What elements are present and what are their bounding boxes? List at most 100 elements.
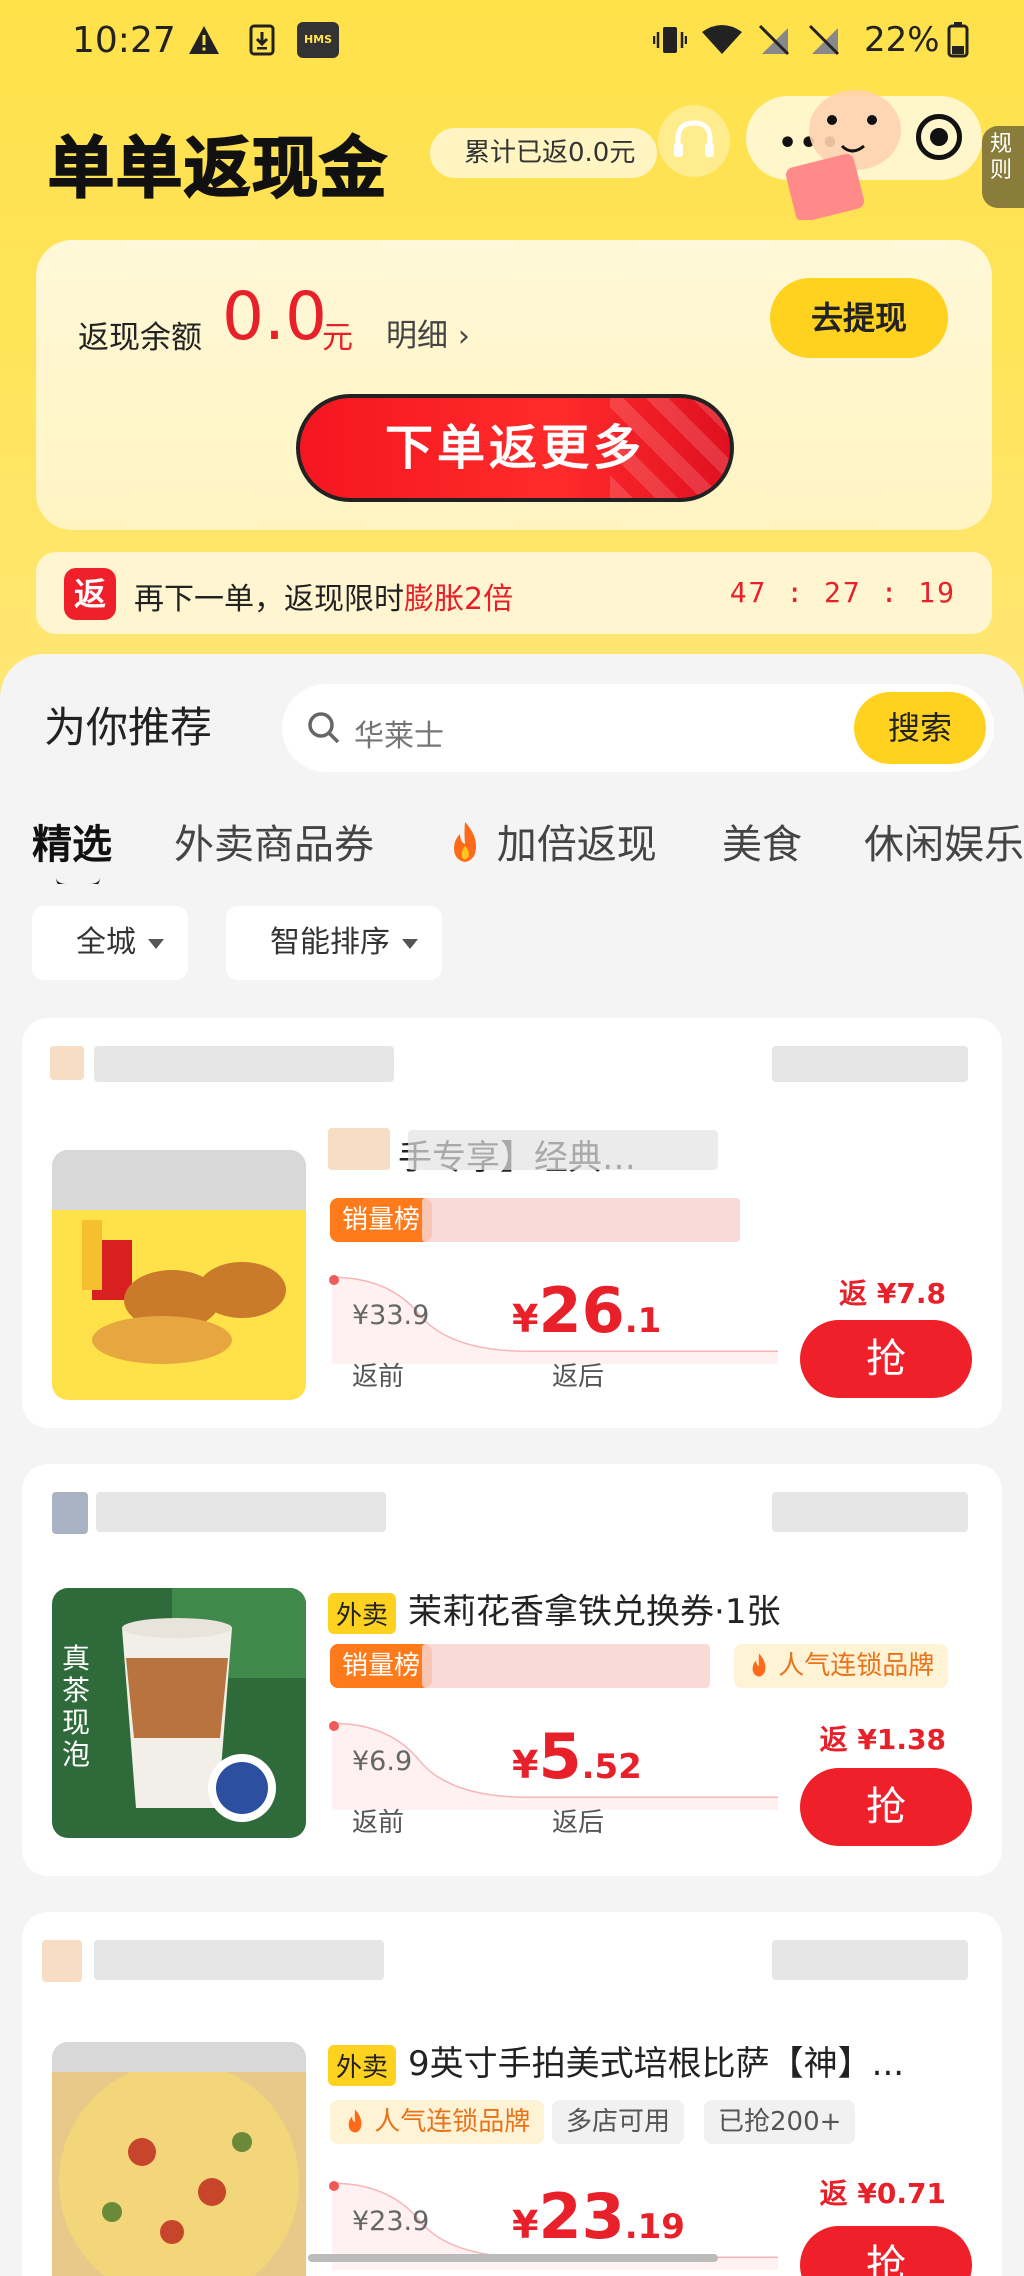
- price-after: ¥5.52: [512, 1720, 642, 1793]
- hero-background: 10:27 HMS 22% 单单返现金 累计已返0.0元 ••• 规则 返现余额…: [0, 0, 1024, 700]
- price-after: ¥23.19: [512, 2180, 685, 2253]
- shop-logo: [50, 1046, 84, 1080]
- shop-name-redacted: [94, 1940, 384, 1980]
- caret-down-icon: [402, 938, 418, 949]
- popular-brand-tag: 人气连锁品牌: [330, 2100, 545, 2144]
- filter-city[interactable]: 全城: [32, 906, 188, 980]
- label-before: 返前: [352, 1362, 405, 1392]
- shop-distance-redacted: [772, 1046, 968, 1082]
- fire-icon: [748, 1651, 778, 1681]
- balance-detail-label: 明细: [386, 318, 448, 354]
- price-after: ¥26.1: [512, 1274, 662, 1347]
- tab-leisure[interactable]: 休闲娱乐: [864, 812, 1024, 870]
- product-title: 外卖 9英寸手拍美式培根比萨【神】...: [328, 2036, 968, 2086]
- shop-name-redacted: [96, 1492, 386, 1532]
- shop-logo: [52, 1492, 88, 1534]
- no-sim-icon: [756, 22, 792, 58]
- rank-detail-redacted: [422, 1644, 710, 1688]
- tab-double-rebate-label: 加倍返现: [496, 822, 657, 868]
- shop-distance-redacted: [772, 1492, 968, 1532]
- rules-tab[interactable]: 规则: [982, 126, 1024, 208]
- product-title: 外卖 茉莉花香拿铁兑换券·1张: [328, 1584, 968, 1634]
- hms-icon: HMS: [296, 22, 340, 58]
- wifi-icon: [700, 22, 744, 58]
- battery-icon: [940, 22, 976, 58]
- tab-takeout-vouchers[interactable]: 外卖商品券: [174, 812, 374, 870]
- grab-button[interactable]: 抢: [800, 2226, 972, 2276]
- search-button[interactable]: 搜索: [854, 692, 986, 764]
- label-after: 返后: [552, 1362, 605, 1392]
- tab-food[interactable]: 美食: [722, 812, 802, 870]
- fire-icon: [446, 822, 497, 868]
- price-before: ¥33.9: [352, 1300, 430, 1331]
- category-tabs: 精选 外卖商品券 加倍返现 美食 休闲娱乐: [0, 804, 1024, 884]
- rebate-amount: 返 ¥1.38: [819, 1723, 946, 1756]
- home-indicator[interactable]: [308, 2254, 718, 2262]
- filter-sort[interactable]: 智能排序: [226, 906, 442, 980]
- grabbed-count-tag: 已抢200+: [704, 2100, 856, 2144]
- tab-featured[interactable]: 精选: [32, 812, 112, 870]
- active-tab-indicator: [56, 878, 100, 884]
- promo-banner[interactable]: 返 再下一单，返现限时膨胀2倍 47 : 27 : 19: [36, 552, 992, 634]
- promo-text: 再下一单，返现限时膨胀2倍: [134, 582, 514, 617]
- grab-button[interactable]: 抢: [800, 1320, 972, 1398]
- download-icon: [244, 22, 280, 58]
- product-image: [52, 1150, 306, 1400]
- rebate-amount: 返 ¥0.71: [819, 2177, 946, 2210]
- balance-amount: 0.0: [222, 278, 327, 355]
- warning-icon: [186, 22, 222, 58]
- search-box[interactable]: 搜索: [282, 684, 994, 772]
- chevron-right-icon: ›: [457, 319, 470, 354]
- fire-icon: [344, 2107, 374, 2137]
- battery-percent: 22%: [864, 20, 940, 60]
- takeout-tag: 外卖: [328, 1593, 397, 1634]
- svg-text:泡: 泡: [62, 1738, 90, 1771]
- caret-down-icon: [148, 938, 164, 949]
- order-more-button[interactable]: 下单返更多: [296, 394, 734, 502]
- page-title: 单单返现金: [47, 129, 388, 208]
- shop-distance-redacted: [772, 1940, 968, 1980]
- vibrate-icon: [652, 22, 688, 58]
- countdown-timer: 47 : 27 : 19: [729, 576, 956, 609]
- product-card[interactable]: 手专享】经典… 销量榜 ¥33.9 ¥26.1 返前 返后 返 ¥7.8 抢: [22, 1018, 1002, 1428]
- price-before: ¥23.9: [352, 2206, 430, 2237]
- promo-highlight: 膨胀2倍: [404, 582, 514, 617]
- svg-text:真: 真: [62, 1642, 90, 1675]
- title-tag-redacted: [328, 1128, 390, 1170]
- sales-rank-tag: 销量榜: [330, 1644, 433, 1688]
- search-icon: [306, 710, 342, 746]
- popular-brand-tag: 人气连锁品牌: [734, 1644, 949, 1688]
- tab-double-rebate[interactable]: 加倍返现: [446, 812, 657, 870]
- balance-unit: 元: [322, 320, 353, 356]
- multi-store-tag: 多店可用: [552, 2100, 685, 2144]
- price-before: ¥6.9: [352, 1746, 413, 1777]
- filter-sort-label: 智能排序: [270, 925, 390, 960]
- shop-name-redacted: [94, 1046, 394, 1082]
- title-redacted: [408, 1130, 718, 1170]
- balance-label: 返现余额: [78, 320, 202, 356]
- product-image: 真 茶 现 泡: [52, 1588, 306, 1838]
- rebate-amount: 返 ¥7.8: [839, 1277, 946, 1310]
- svg-text:茶: 茶: [62, 1674, 90, 1707]
- rank-detail-redacted: [422, 1198, 740, 1242]
- no-sim-icon: [806, 22, 842, 58]
- close-mini-program-icon[interactable]: [916, 114, 962, 160]
- svg-text:现: 现: [62, 1706, 90, 1739]
- withdraw-button[interactable]: 去提现: [770, 278, 948, 358]
- status-time: 10:27: [72, 20, 176, 61]
- product-card[interactable]: 真 茶 现 泡 外卖 茉莉花香拿铁兑换券·1张 销量榜 人气连锁品牌 ¥6.9 ¥…: [22, 1464, 1002, 1876]
- cumulative-rebate: 累计已返0.0元: [430, 128, 658, 178]
- search-input[interactable]: [354, 720, 814, 754]
- product-card[interactable]: 外卖 9英寸手拍美式培根比萨【神】... 人气连锁品牌 多店可用 已抢200+ ¥…: [22, 1912, 1002, 2276]
- product-image: [52, 2042, 306, 2276]
- label-after: 返后: [552, 1808, 605, 1838]
- customer-service-icon[interactable]: [658, 105, 730, 177]
- grab-button[interactable]: 抢: [800, 1768, 972, 1846]
- takeout-tag: 外卖: [328, 2045, 397, 2086]
- recommend-title: 为你推荐: [44, 703, 213, 752]
- mascot-illustration: [760, 60, 910, 222]
- shop-logo: [42, 1940, 82, 1982]
- balance-detail-link[interactable]: 明细 ›: [386, 310, 470, 355]
- sales-rank-tag: 销量榜: [330, 1198, 433, 1242]
- filter-city-label: 全城: [76, 925, 136, 960]
